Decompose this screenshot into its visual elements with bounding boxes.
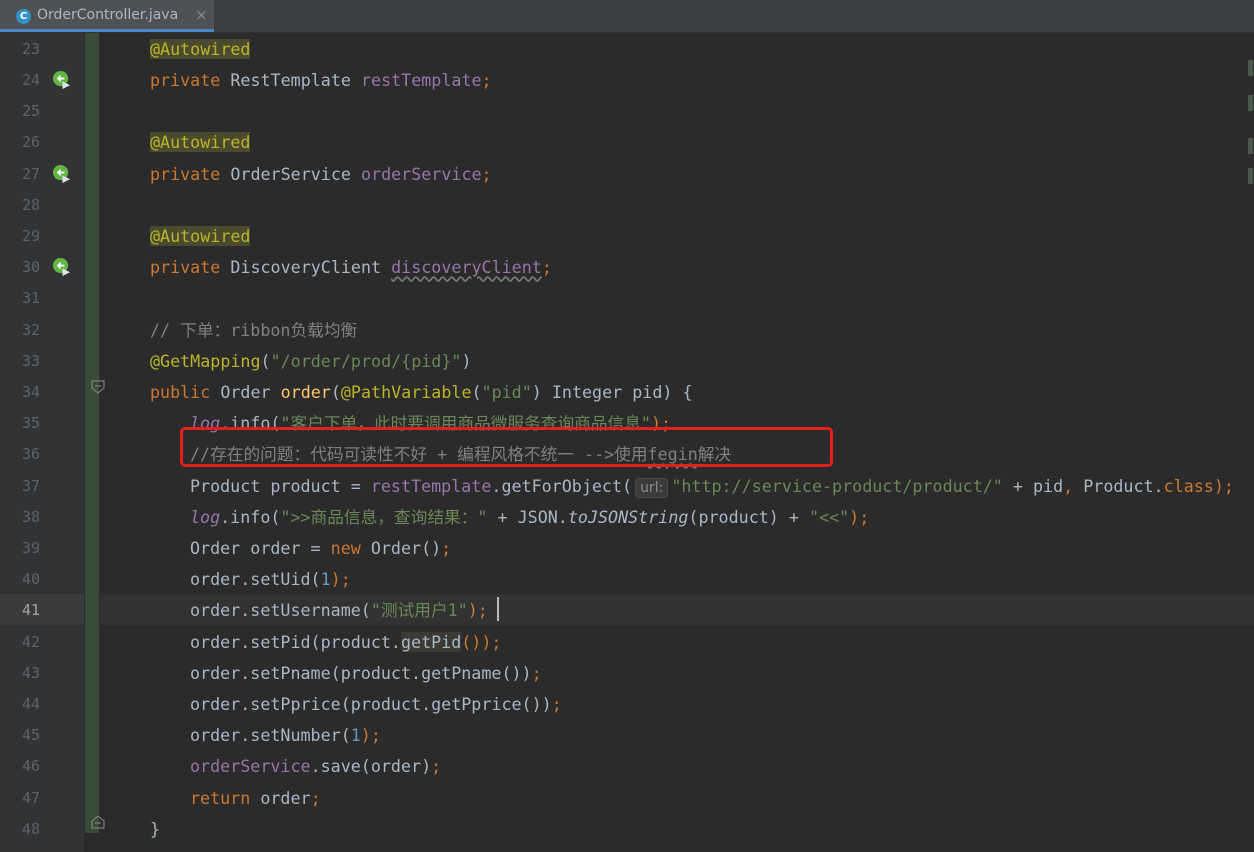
code-line: 26 @Autowired — [21, 132, 251, 152]
tab-filename: OrderController.java — [37, 7, 179, 23]
code-line: 33 @GetMapping("/order/prod/{pid}") — [21, 351, 472, 371]
text-caret — [497, 597, 499, 621]
code-line: 43 order.setPname(product.getPname()); — [21, 663, 542, 683]
code-line: 45 order.setNumber(1); — [21, 725, 381, 745]
fold-icon[interactable] — [91, 380, 105, 394]
parameter-hint: url: — [635, 478, 669, 498]
navigate-to-bean-icon[interactable] — [52, 70, 71, 89]
stripe-marker[interactable] — [1248, 95, 1253, 111]
code-line: 37 Product product = restTemplate.getFor… — [21, 476, 1234, 498]
code-line: 34 public Order order(@PathVariable("pid… — [21, 380, 693, 402]
code-line: 28 — [21, 196, 40, 214]
code-line: 23 @Autowired — [21, 39, 251, 59]
code-line: 30 private DiscoveryClient discoveryClie… — [21, 257, 552, 277]
code-line: 44 order.setPprice(product.getPprice()); — [21, 694, 562, 714]
editor-tab-bar: C OrderController.java × — [0, 0, 1254, 33]
code-line: 27 private OrderService orderService; — [21, 164, 492, 184]
code-line: 42 order.setPid(product.getPid()); — [21, 632, 502, 652]
code-line: 24 private RestTemplate restTemplate; — [21, 70, 492, 90]
navigate-to-bean-icon[interactable] — [52, 257, 71, 276]
close-tab-icon[interactable]: × — [195, 6, 208, 24]
code-line: 25 — [21, 102, 40, 120]
navigate-to-bean-icon[interactable] — [52, 164, 71, 183]
code-line: 39 Order order = new Order(); — [21, 538, 452, 558]
stripe-marker[interactable] — [1248, 138, 1253, 154]
stripe-marker[interactable] — [1248, 60, 1253, 76]
tab-ordercontroller[interactable]: C OrderController.java × — [0, 0, 214, 32]
code-line: 47 return order; — [21, 788, 321, 808]
code-line: 32 // 下单：ribbon负载均衡 — [21, 320, 358, 340]
code-line: 29 @Autowired — [21, 226, 251, 246]
class-icon: C — [16, 9, 31, 24]
code-line: 46 orderService.save(order); — [21, 756, 442, 776]
current-code-line: 41 order.setUsername("测试用户1"); — [0, 594, 1254, 625]
code-line: 38 log.info(">>商品信息，查询结果：" + JSON.toJSON… — [21, 507, 870, 527]
code-line: 48 } — [0, 813, 1254, 844]
fold-end-icon[interactable] — [91, 815, 105, 829]
code-line: 31 — [21, 289, 40, 307]
stripe-marker[interactable] — [1248, 168, 1253, 184]
code-line: 40 order.setUid(1); — [21, 569, 351, 589]
highlight-annotation-box — [180, 427, 833, 467]
